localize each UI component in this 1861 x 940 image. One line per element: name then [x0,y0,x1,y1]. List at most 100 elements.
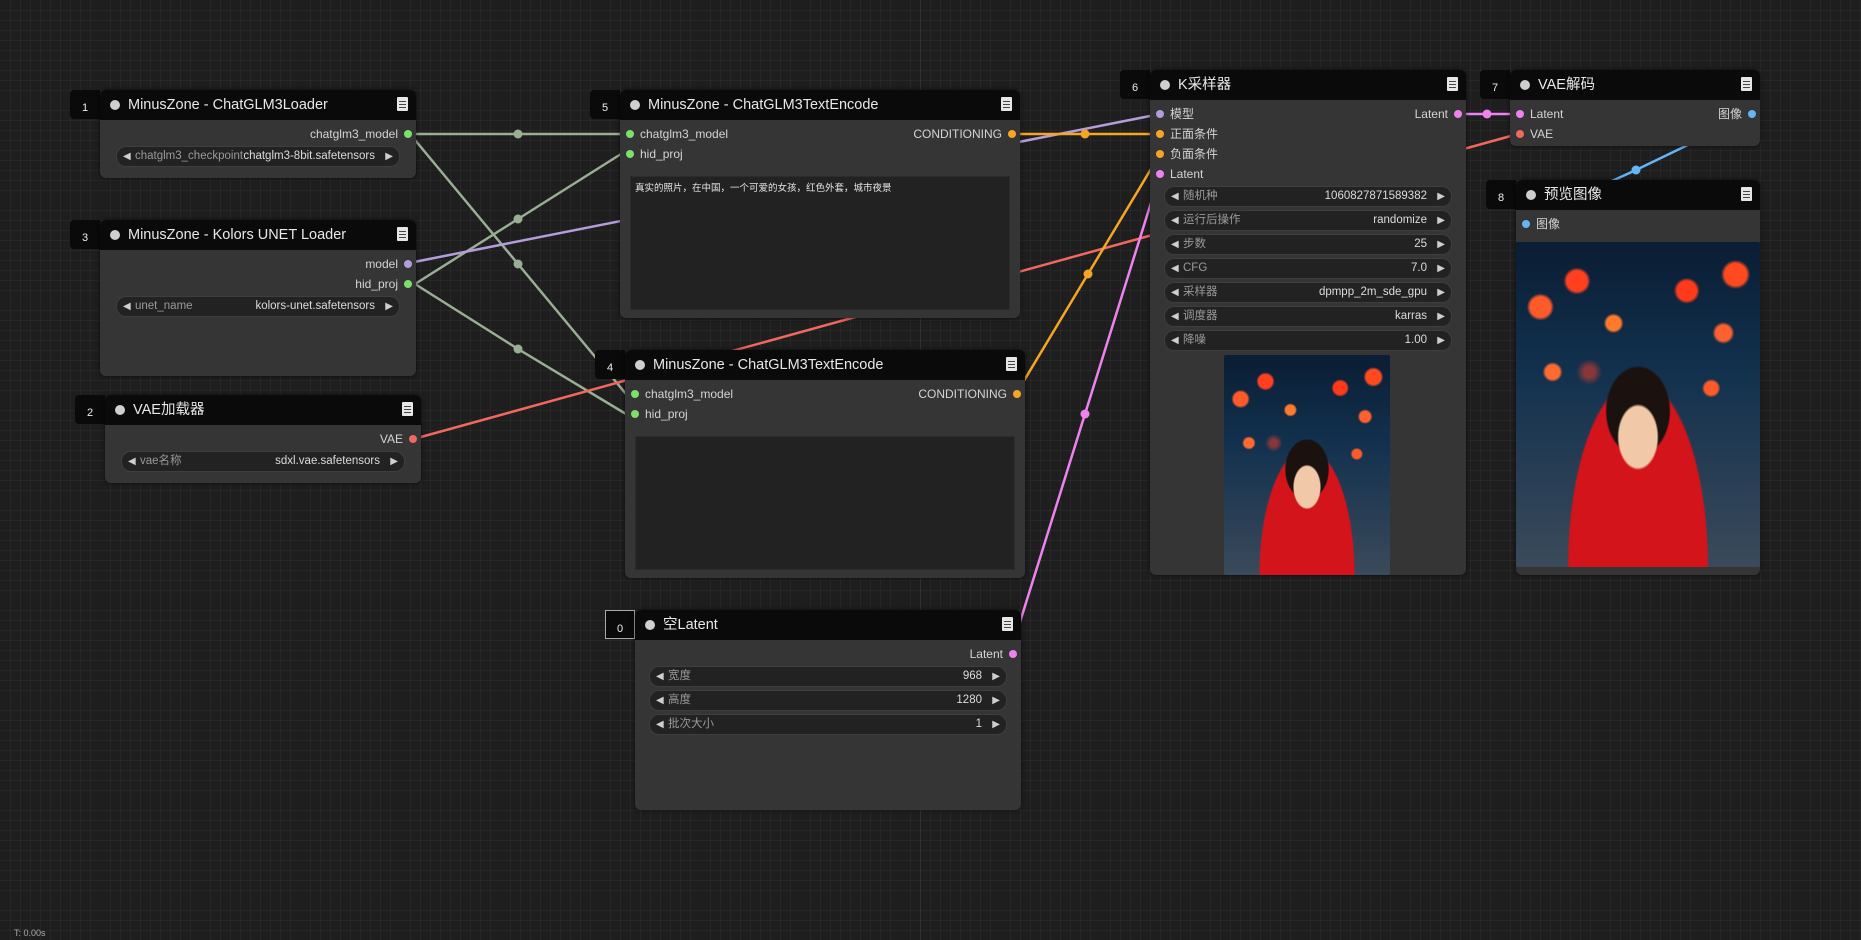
node-title[interactable]: VAE加载器 [105,395,421,425]
prompt-textarea[interactable] [635,436,1015,570]
triangle-left-icon[interactable]: ◀ [1171,307,1179,326]
output-pin[interactable] [1009,650,1017,658]
input-pin[interactable] [631,390,639,398]
widget-denoise[interactable]: ◀ 降噪 1.00 ▶ [1164,330,1452,351]
output-hid-proj[interactable]: hid_proj [355,276,412,292]
document-icon[interactable] [402,402,413,416]
widget-chatglm3-checkpoint[interactable]: ◀ chatglm3_checkpoint chatglm3-8bit.safe… [116,146,400,167]
collapse-dot-icon[interactable] [645,620,655,630]
input-hid-proj[interactable]: hid_proj [626,146,683,162]
triangle-right-icon[interactable]: ▶ [385,147,393,166]
node-vae-loader[interactable]: VAE加载器 VAE ◀ vae名称 sdxl.vae.safetensors … [105,395,421,483]
node-title[interactable]: 空Latent [635,610,1021,640]
triangle-left-icon[interactable]: ◀ [123,147,131,166]
triangle-right-icon[interactable]: ▶ [385,297,393,316]
document-icon[interactable] [1002,617,1013,631]
input-latent[interactable]: Latent [1516,106,1563,122]
output-model[interactable]: model [365,256,412,272]
input-pin[interactable] [1156,130,1164,138]
triangle-left-icon[interactable]: ◀ [656,691,664,710]
triangle-right-icon[interactable]: ▶ [992,715,1000,734]
input-pin[interactable] [1156,170,1164,178]
input-pin[interactable] [631,410,639,418]
input-pin[interactable] [1516,110,1524,118]
widget-steps[interactable]: ◀ 步数 25 ▶ [1164,234,1452,255]
input-pin[interactable] [626,150,634,158]
node-title[interactable]: MinusZone - ChatGLM3TextEncode [620,90,1020,120]
node-title[interactable]: MinusZone - ChatGLM3Loader [100,90,416,120]
triangle-left-icon[interactable]: ◀ [656,715,664,734]
collapse-dot-icon[interactable] [1520,80,1530,90]
input-pin[interactable] [1156,150,1164,158]
triangle-right-icon[interactable]: ▶ [1437,307,1445,326]
node-empty-latent[interactable]: 空Latent Latent ◀ 宽度 968 ▶ ◀ 高度 1280 ▶ ◀ … [635,610,1021,810]
output-vae[interactable]: VAE [380,431,417,447]
triangle-left-icon[interactable]: ◀ [1171,187,1179,206]
input-negative[interactable]: 负面条件 [1156,146,1218,162]
triangle-left-icon[interactable]: ◀ [1171,259,1179,278]
input-chatglm3-model[interactable]: chatglm3_model [631,386,733,402]
collapse-dot-icon[interactable] [630,100,640,110]
widget-sampler[interactable]: ◀ 采样器 dpmpp_2m_sde_gpu ▶ [1164,282,1452,303]
triangle-right-icon[interactable]: ▶ [992,667,1000,686]
collapse-dot-icon[interactable] [1526,190,1536,200]
triangle-right-icon[interactable]: ▶ [390,452,398,471]
triangle-right-icon[interactable]: ▶ [992,691,1000,710]
document-icon[interactable] [1741,187,1752,201]
collapse-dot-icon[interactable] [635,360,645,370]
collapse-dot-icon[interactable] [115,405,125,415]
triangle-left-icon[interactable]: ◀ [1171,331,1179,350]
collapse-dot-icon[interactable] [110,100,120,110]
document-icon[interactable] [397,227,408,241]
node-title[interactable]: K采样器 [1150,70,1466,100]
output-image[interactable]: 图像 [1718,106,1756,122]
node-title[interactable]: VAE解码 [1510,70,1760,100]
input-pin[interactable] [626,130,634,138]
triangle-left-icon[interactable]: ◀ [1171,235,1179,254]
document-icon[interactable] [1006,357,1017,371]
document-icon[interactable] [1447,77,1458,91]
input-hid-proj[interactable]: hid_proj [631,406,688,422]
widget-control-after[interactable]: ◀ 运行后操作 randomize ▶ [1164,210,1452,231]
node-title[interactable]: MinusZone - ChatGLM3TextEncode [625,350,1025,380]
node-kolors-unet-loader[interactable]: MinusZone - Kolors UNET Loader model hid… [100,220,416,376]
output-pin[interactable] [1013,390,1021,398]
triangle-left-icon[interactable]: ◀ [123,297,131,316]
triangle-right-icon[interactable]: ▶ [1437,259,1445,278]
input-model[interactable]: 模型 [1156,106,1194,122]
output-pin[interactable] [1454,110,1462,118]
output-latent[interactable]: Latent [970,646,1017,662]
output-chatglm3-model[interactable]: chatglm3_model [310,126,412,142]
document-icon[interactable] [1001,97,1012,111]
collapse-dot-icon[interactable] [1160,80,1170,90]
output-conditioning[interactable]: CONDITIONING [913,126,1016,142]
widget-height[interactable]: ◀ 高度 1280 ▶ [649,690,1007,711]
prompt-textarea[interactable]: 真实的照片，在中国，一个可爱的女孩，红色外套，城市夜景 [630,176,1010,310]
output-pin[interactable] [1748,110,1756,118]
node-title[interactable]: 预览图像 [1516,180,1760,210]
node-title[interactable]: MinusZone - Kolors UNET Loader [100,220,416,250]
input-latent[interactable]: Latent [1156,166,1203,182]
input-pin[interactable] [1516,130,1524,138]
widget-seed[interactable]: ◀ 随机种 1060827871589382 ▶ [1164,186,1452,207]
triangle-left-icon[interactable]: ◀ [1171,283,1179,302]
triangle-left-icon[interactable]: ◀ [656,667,664,686]
output-pin[interactable] [404,130,412,138]
widget-unet-name[interactable]: ◀ unet_name kolors-unet.safetensors ▶ [116,296,400,317]
collapse-dot-icon[interactable] [110,230,120,240]
output-pin[interactable] [1008,130,1016,138]
output-pin[interactable] [409,435,417,443]
triangle-right-icon[interactable]: ▶ [1437,235,1445,254]
widget-scheduler[interactable]: ◀ 调度器 karras ▶ [1164,306,1452,327]
input-image[interactable]: 图像 [1522,216,1560,232]
node-textencode-negative[interactable]: MinusZone - ChatGLM3TextEncode chatglm3_… [625,350,1025,578]
output-pin[interactable] [404,260,412,268]
document-icon[interactable] [1741,77,1752,91]
triangle-left-icon[interactable]: ◀ [1171,211,1179,230]
triangle-right-icon[interactable]: ▶ [1437,187,1445,206]
triangle-right-icon[interactable]: ▶ [1437,211,1445,230]
node-chatglm3-loader[interactable]: MinusZone - ChatGLM3Loader chatglm3_mode… [100,90,416,178]
widget-batch-size[interactable]: ◀ 批次大小 1 ▶ [649,714,1007,735]
input-pin[interactable] [1522,220,1530,228]
triangle-right-icon[interactable]: ▶ [1437,283,1445,302]
